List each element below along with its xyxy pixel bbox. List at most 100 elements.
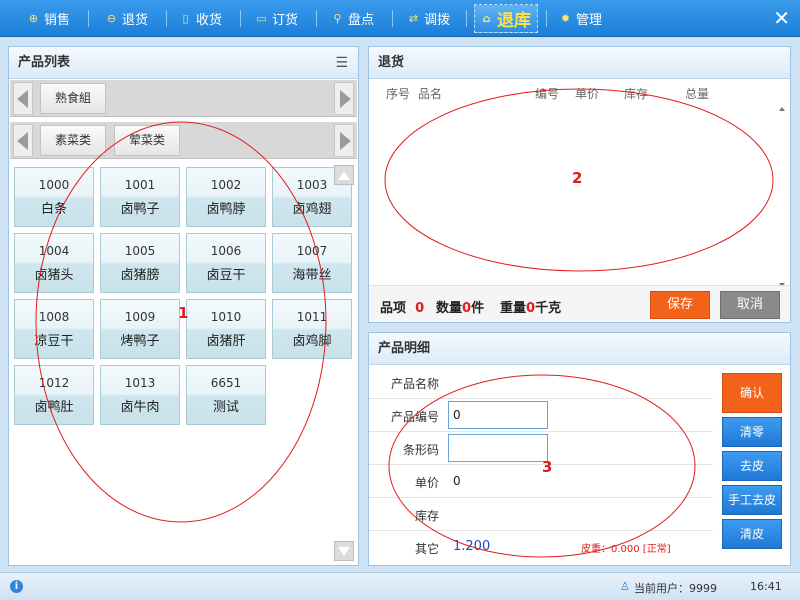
product-tile[interactable]: 1005 卤猪膀 — [100, 233, 180, 293]
tab-stock-return[interactable]: ⌂ 退库 — [474, 4, 538, 33]
tab-transfer[interactable]: ⇄ 调拨 — [402, 4, 456, 33]
detail-row-barcode: 条形码 — [369, 432, 713, 465]
transfer-icon: ⇄ — [408, 12, 419, 25]
product-tile[interactable]: 1012 卤鸭肚 — [14, 365, 94, 425]
list-icon[interactable]: ☰ — [335, 47, 348, 79]
price-value: 0 — [453, 474, 461, 488]
user-icon: ♙ — [620, 580, 630, 593]
product-code-input[interactable] — [448, 401, 548, 429]
product-code: 6651 — [210, 376, 242, 390]
product-tile[interactable]: 1006 卤豆干 — [186, 233, 266, 293]
tab-label: 盘点 — [348, 13, 375, 28]
tab-receive[interactable]: ▯ 收货 — [174, 4, 228, 33]
product-code: 1000 — [38, 178, 70, 192]
save-button[interactable]: 保存 — [650, 291, 710, 319]
column-header: 品名 — [418, 87, 443, 101]
product-tile[interactable]: 1011 卤鸡脚 — [272, 299, 352, 359]
column-header: 序号 — [386, 87, 411, 101]
product-code: 1004 — [38, 244, 70, 258]
confirm-button[interactable]: 确认 — [722, 373, 782, 413]
detail-row-stock: 库存 — [369, 498, 713, 531]
category-button[interactable]: 素菜类 — [40, 125, 107, 156]
product-tile[interactable]: 1004 卤猪头 — [14, 233, 94, 293]
tare-button[interactable]: 去皮 — [722, 451, 782, 481]
product-name: 卤豆干 — [206, 268, 246, 283]
search-icon: ⚲ — [333, 12, 342, 25]
arrow-right-icon[interactable] — [334, 82, 354, 115]
product-name: 烤鸭子 — [120, 334, 160, 349]
product-tile[interactable]: 6651 测试 — [186, 365, 266, 425]
annotation-number-1: 1 — [178, 304, 189, 322]
product-name: 卤猪膀 — [120, 268, 160, 283]
product-code: 1013 — [124, 376, 156, 390]
product-tile[interactable]: 1013 卤牛肉 — [100, 365, 180, 425]
arrow-left-icon[interactable] — [13, 124, 33, 157]
divider — [240, 10, 241, 27]
tab-inventory[interactable]: ⚲ 盘点 — [326, 4, 380, 33]
list-scrollbar[interactable] — [776, 107, 788, 287]
barcode-input[interactable] — [448, 434, 548, 462]
product-tile[interactable]: 1008 凉豆干 — [14, 299, 94, 359]
detail-row-name: 产品名称 — [369, 366, 713, 399]
product-name: 卤牛肉 — [120, 400, 160, 415]
cancel-button[interactable]: 取消 — [720, 291, 780, 319]
tab-label: 退库 — [497, 11, 531, 31]
info-icon[interactable]: i — [10, 580, 23, 593]
product-code: 1001 — [124, 178, 156, 192]
product-name: 卤鸭肚 — [34, 400, 74, 415]
product-tile[interactable]: 1010 卤猪肝 — [186, 299, 266, 359]
product-name: 凉豆干 — [34, 334, 74, 349]
product-tile[interactable]: 1007 海带丝 — [272, 233, 352, 293]
product-tile[interactable]: 1001 卤鸭子 — [100, 167, 180, 227]
product-name: 卤鸡翅 — [292, 202, 332, 217]
scroll-up-icon[interactable] — [334, 165, 354, 185]
field-label: 条形码 — [402, 443, 439, 457]
panel-title: 退货 — [378, 55, 405, 70]
weight-unit: 千克 — [535, 301, 562, 316]
manual-tare-button[interactable]: 手工去皮 — [722, 485, 782, 515]
tab-sales[interactable]: ⊕ 销售 — [22, 4, 76, 33]
product-tile[interactable]: 1002 卤鸭脖 — [186, 167, 266, 227]
annotation-number-3: 3 — [542, 458, 553, 476]
close-icon[interactable]: ✕ — [773, 6, 790, 30]
gear-icon: ✹ — [560, 12, 571, 25]
product-name: 卤鸭子 — [120, 202, 160, 217]
product-name: 卤鸭脖 — [206, 202, 246, 217]
items-value: 0 — [415, 301, 425, 316]
tab-order[interactable]: ▭ 订货 — [250, 4, 304, 33]
tab-label: 收货 — [196, 13, 223, 28]
clear-zero-button[interactable]: 清零 — [722, 417, 782, 447]
qty-value: 0 — [462, 301, 472, 316]
panel-header: 退货 — [369, 47, 790, 79]
scroll-down-icon[interactable] — [334, 541, 354, 561]
category-button[interactable]: 荤菜类 — [114, 125, 181, 156]
product-tile[interactable]: 1000 白条 — [14, 167, 94, 227]
tab-label: 订货 — [272, 13, 299, 28]
category-row: 熟食組 — [10, 80, 357, 117]
weight-total: 重量0千克 — [500, 297, 561, 316]
arrow-right-icon[interactable] — [334, 124, 354, 157]
document-icon: ▯ — [182, 12, 189, 25]
arrow-left-icon[interactable] — [13, 82, 33, 115]
product-name: 卤猪头 — [34, 268, 74, 283]
category-button[interactable]: 熟食組 — [40, 83, 107, 114]
detail-row-code: 产品编号 — [369, 399, 713, 432]
product-code: 1011 — [296, 310, 328, 324]
tab-return[interactable]: ⊖ 退货 — [100, 4, 154, 33]
category-row: 素菜类 荤菜类 — [10, 122, 357, 159]
tab-label: 销售 — [44, 13, 71, 28]
column-header: 单价 — [575, 87, 600, 101]
divider — [466, 10, 467, 27]
field-label: 产品编号 — [390, 410, 439, 424]
tab-manage[interactable]: ✹ 管理 — [554, 4, 608, 33]
product-code: 1008 — [38, 310, 70, 324]
qty-label: 数量 — [436, 301, 463, 316]
clear-tare-button[interactable]: 清皮 — [722, 519, 782, 549]
product-code: 1012 — [38, 376, 70, 390]
detail-row-other: 其它 1.200 皮重：0.000 [正常] — [369, 531, 713, 564]
tab-label: 管理 — [576, 13, 603, 28]
panel-header: 产品列表 ☰ — [9, 47, 358, 79]
product-tile[interactable]: 1009 烤鸭子 — [100, 299, 180, 359]
qty-unit: 件 — [471, 301, 485, 316]
plus-circle-icon: ⊕ — [28, 12, 39, 25]
